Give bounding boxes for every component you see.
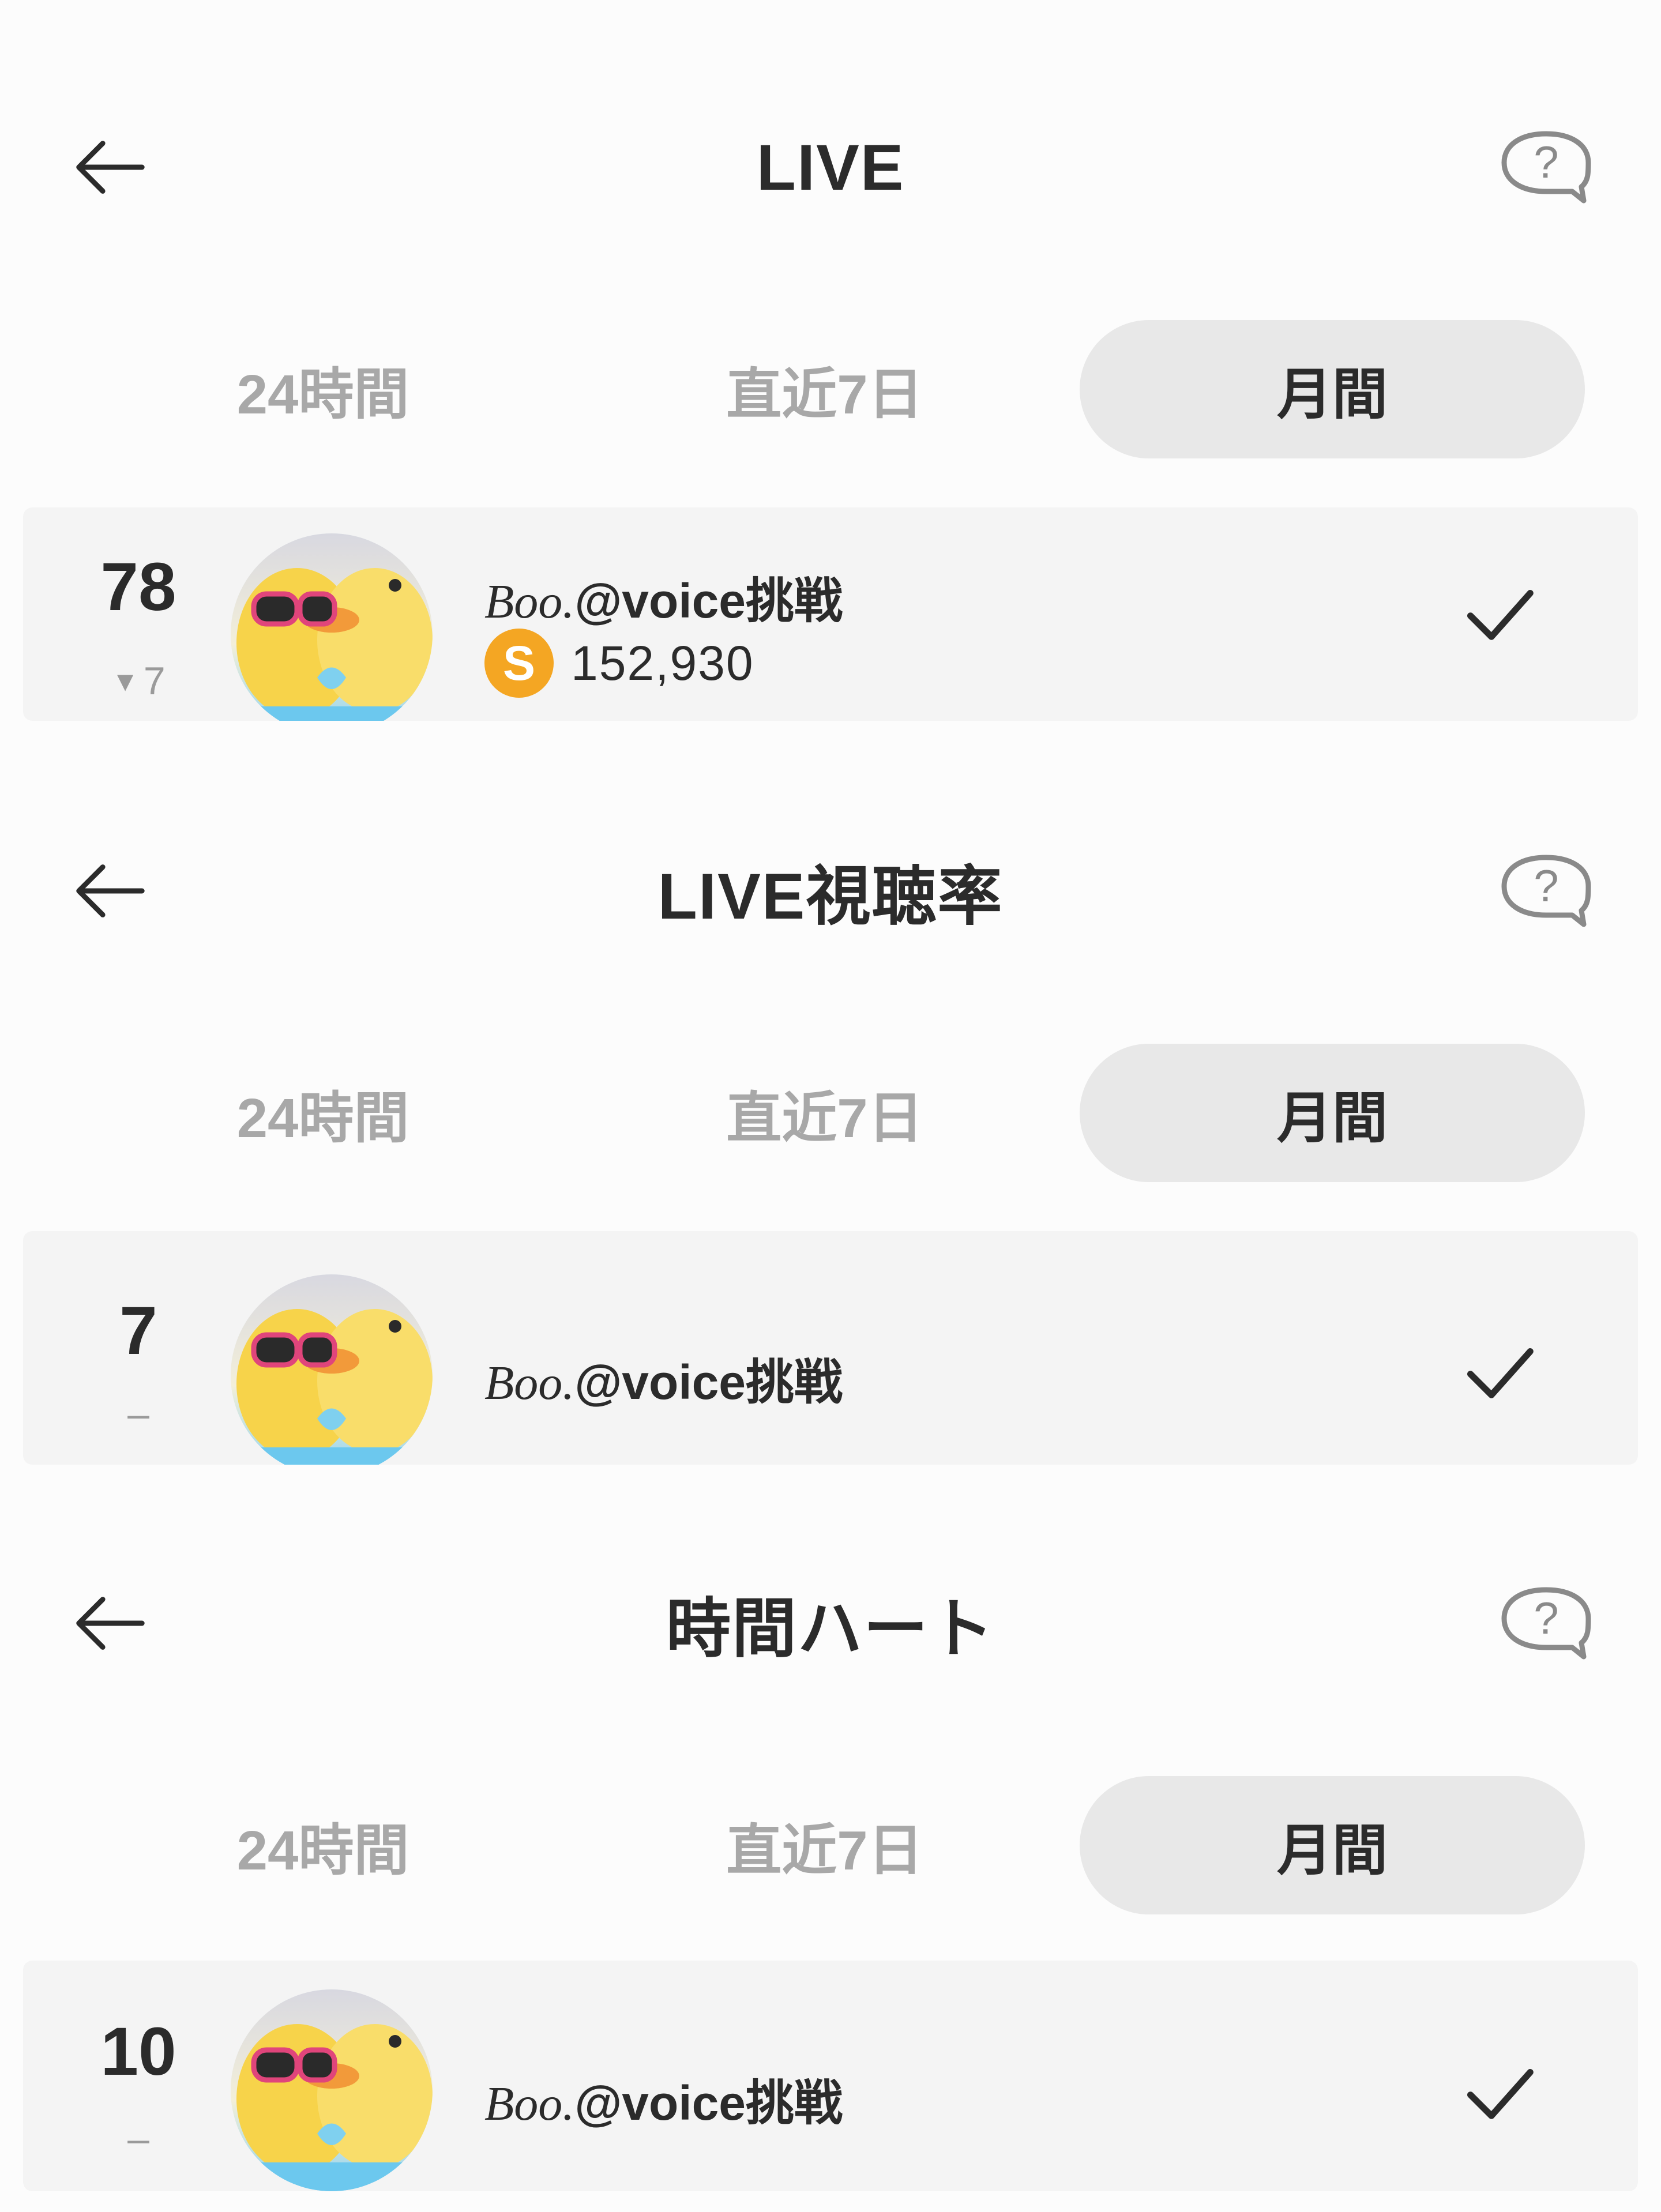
ranking-row[interactable]: 10 – Boo.@voice挑戦 [23, 1961, 1638, 2191]
duck-avatar-image [231, 533, 433, 721]
selected-check [1459, 574, 1540, 654]
question-bubble-icon: ? [1501, 131, 1591, 204]
help-button[interactable]: ? [1497, 1583, 1595, 1664]
avatar[interactable] [231, 533, 433, 721]
ranking-section-live-viewing-rate: LIVE視聴率 ? 24時間 直近7日 月間 7 – Boo.@voice挑戦 [0, 721, 1661, 1465]
ranking-row[interactable]: 7 – Boo.@voice挑戦 [23, 1231, 1638, 1465]
down-triangle-icon: ▼ [111, 667, 139, 697]
tab-24-hours[interactable]: 24時間 [173, 1044, 473, 1182]
tab-24-hours[interactable]: 24時間 [173, 1776, 473, 1914]
rank-number: 10 [100, 2014, 176, 2090]
avatar[interactable] [231, 1989, 433, 2191]
page-title: LIVE [756, 131, 905, 204]
checkmark-icon [1467, 1348, 1534, 1398]
rank-change: – [58, 2116, 219, 2161]
ranking-section-live: LIVE ? 24時間 直近7日 月間 78 ▼ 7 Boo.@voice挑戦 … [0, 0, 1661, 721]
period-tabs: 24時間 直近7日 月間 [0, 320, 1661, 458]
checkmark-icon [1467, 589, 1534, 640]
tab-monthly[interactable]: 月間 [1080, 1776, 1585, 1914]
help-button[interactable]: ? [1497, 127, 1595, 208]
selected-check [1459, 1332, 1540, 1413]
rank-number: 78 [100, 549, 176, 625]
question-bubble-icon: ? [1501, 1587, 1591, 1660]
ranking-row[interactable]: 78 ▼ 7 Boo.@voice挑戦 S 152,930 [23, 507, 1638, 721]
selected-check [1459, 2053, 1540, 2134]
page-title: 時間ハート [666, 1593, 995, 1665]
svg-text:?: ? [1534, 1593, 1558, 1643]
svg-text:?: ? [1534, 860, 1558, 911]
rank-change-value: – [127, 2117, 149, 2161]
username: Boo.@voice挑戦 [484, 1355, 843, 1410]
tab-24-hours[interactable]: 24時間 [173, 320, 473, 458]
tab-last-7-days[interactable]: 直近7日 [675, 320, 975, 458]
period-tabs: 24時間 直近7日 月間 [0, 1776, 1661, 1914]
tab-monthly[interactable]: 月間 [1080, 1044, 1585, 1182]
rank-change-value: 7 [143, 659, 166, 703]
duck-avatar-image [231, 1274, 433, 1465]
rank-change: ▼ 7 [58, 659, 219, 704]
score: S 152,930 [484, 629, 754, 698]
question-bubble-icon: ? [1501, 855, 1591, 927]
tab-last-7-days[interactable]: 直近7日 [675, 1044, 975, 1182]
score-value: 152,930 [571, 635, 754, 690]
rank-number: 7 [119, 1293, 157, 1369]
duck-avatar-image [231, 1989, 433, 2191]
coin-icon: S [484, 629, 554, 698]
tab-monthly[interactable]: 月間 [1080, 320, 1585, 458]
header: LIVE視聴率 ? [0, 721, 1661, 932]
avatar[interactable] [231, 1274, 433, 1465]
username: Boo.@voice挑戦 [484, 2076, 843, 2131]
rank-change-value: – [127, 1392, 149, 1436]
username: Boo.@voice挑戦 [484, 574, 843, 629]
period-tabs: 24時間 直近7日 月間 [0, 1044, 1661, 1182]
checkmark-icon [1467, 2069, 1534, 2119]
svg-text:?: ? [1534, 137, 1558, 187]
help-button[interactable]: ? [1497, 851, 1595, 931]
header: 時間ハート ? [0, 1453, 1661, 1665]
rank-change: – [58, 1391, 219, 1436]
page-title: LIVE視聴率 [657, 860, 1004, 932]
header: LIVE ? [0, 0, 1661, 204]
tab-last-7-days[interactable]: 直近7日 [675, 1776, 975, 1914]
ranking-section-time-hearts: 時間ハート ? 24時間 直近7日 月間 10 – Boo.@voice挑戦 [0, 1453, 1661, 2212]
